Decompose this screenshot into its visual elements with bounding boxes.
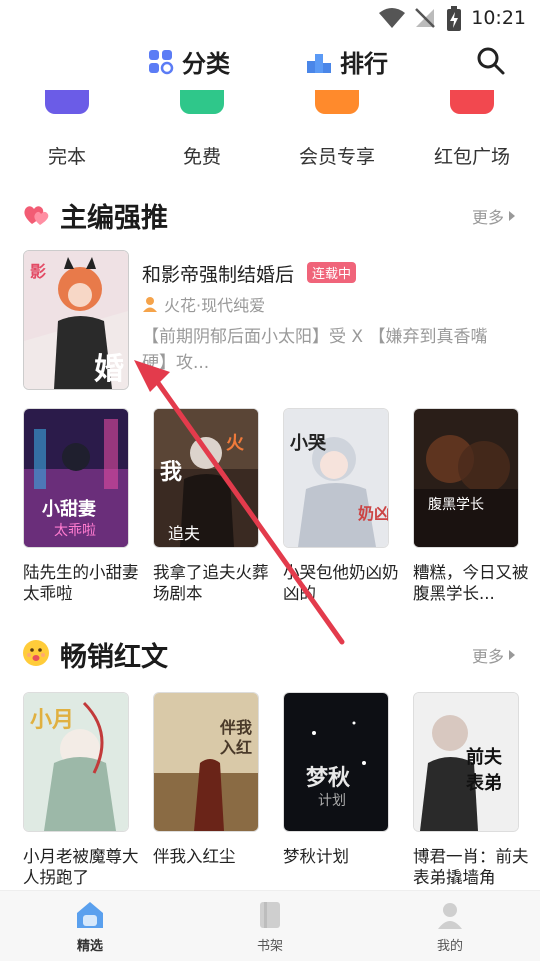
quick-link-label: 免费: [182, 146, 221, 168]
category-label: 分类: [182, 50, 230, 78]
home-icon: [77, 902, 103, 928]
svg-text:小甜妻: 小甜妻: [42, 498, 96, 520]
quick-link-red-packet[interactable]: 红包广场: [417, 90, 527, 169]
svg-text:计划: 计划: [318, 793, 346, 809]
book-cover[interactable]: 小哭 奶凶: [283, 408, 389, 548]
book-title: 我拿了追夫火葬场剧本: [153, 563, 269, 603]
book-card[interactable]: 小月 小月老被魔尊大人拐跑了: [23, 692, 139, 888]
vip-icon: [315, 90, 359, 114]
book-card[interactable]: 伴我 入红 伴我入红尘: [153, 692, 259, 867]
free-icon: [180, 90, 224, 114]
book-cover[interactable]: 小甜妻 太乖啦: [23, 408, 129, 548]
svg-text:追夫: 追夫: [168, 524, 200, 543]
book-card[interactable]: 腹黑学长 糟糕，今日又被腹黑学长...: [413, 408, 529, 604]
nav-profile[interactable]: 我的: [405, 899, 495, 954]
bottom-nav: 精选 书架 我的: [0, 890, 540, 961]
nav-label: 精选: [76, 939, 103, 954]
book-icon: [260, 902, 280, 928]
author-label: 火花·现代纯爱: [164, 296, 266, 315]
podium-icon: [307, 53, 331, 73]
no-signal-icon: [415, 8, 435, 28]
book-cover[interactable]: 影 婚: [23, 250, 129, 390]
top-header: 分类 排行: [0, 36, 540, 90]
quick-link-finished[interactable]: 完本: [12, 90, 122, 169]
book-cover[interactable]: 前夫 表弟: [413, 692, 519, 832]
book-title: 梦秋计划: [283, 847, 349, 866]
ranking-label: 排行: [340, 50, 388, 78]
profile-icon: [438, 903, 462, 929]
nav-featured[interactable]: 精选: [45, 899, 135, 954]
wifi-icon: [379, 8, 405, 28]
status-bar: 10:21: [0, 0, 540, 36]
chevron-right-icon: [509, 650, 515, 660]
book-title: 伴我入红尘: [153, 847, 236, 866]
category-grid-icon: [149, 49, 174, 74]
ranking-button[interactable]: 排行: [306, 44, 388, 79]
svg-text:小哭: 小哭: [290, 433, 327, 454]
book-title: 糟糕，今日又被腹黑学长...: [413, 563, 529, 603]
quick-link-label: 完本: [47, 146, 86, 168]
red-packet-icon: [450, 90, 494, 114]
book-cover[interactable]: 腹黑学长: [413, 408, 519, 548]
nav-label: 书架: [256, 939, 283, 954]
book-title: 陆先生的小甜妻太乖啦: [23, 563, 139, 603]
book-card[interactable]: 前夫 表弟 博君一肖：前夫表弟撬墙角: [413, 692, 529, 888]
svg-text:奶凶: 奶凶: [358, 504, 388, 523]
more-link[interactable]: 更多: [472, 643, 516, 667]
svg-text:影: 影: [30, 262, 46, 281]
nav-label: 我的: [436, 939, 463, 954]
battery-charging-icon: [447, 6, 461, 31]
hearts-icon: [24, 206, 49, 225]
section-editor-header: 主编强推 更多: [0, 194, 540, 234]
svg-text:腹黑学长: 腹黑学长: [428, 496, 484, 513]
quick-links-row: 完本 免费 会员专享 红包广场: [0, 90, 540, 180]
nav-bookshelf[interactable]: 书架: [225, 899, 315, 954]
svg-text:前夫: 前夫: [466, 746, 503, 768]
author-icon: [143, 297, 157, 312]
featured-book[interactable]: 影 婚 和影帝强制结婚后 连载中 火花·现代纯爱 【前期阴郁后面小太阳】受 X …: [0, 250, 540, 390]
book-card[interactable]: 小甜妻 太乖啦 陆先生的小甜妻太乖啦: [23, 408, 139, 604]
quick-link-vip[interactable]: 会员专享: [282, 90, 392, 169]
status-time: 10:21: [471, 7, 526, 29]
svg-text:梦秋: 梦秋: [306, 765, 351, 791]
book-title: 博君一肖：前夫表弟撬墙角: [413, 847, 529, 887]
section-bestseller-header: 畅销红文 更多: [0, 633, 540, 673]
status-badge: 连载中: [307, 262, 357, 283]
book-title: 小月老被魔尊大人拐跑了: [23, 847, 139, 887]
book-cover[interactable]: 伴我 入红: [153, 692, 259, 832]
more-label: 更多: [471, 647, 504, 666]
book-card[interactable]: 梦秋 计划 梦秋计划: [283, 692, 389, 867]
featured-description: 【前期阴郁后面小太阳】受 X 【嫌弃到真香嘴硬】攻...: [142, 327, 488, 373]
search-icon[interactable]: [476, 46, 506, 76]
quick-link-label: 红包广场: [433, 146, 510, 168]
category-button[interactable]: 分类: [148, 44, 230, 79]
book-cover[interactable]: 梦秋 计划: [283, 692, 389, 832]
quick-link-free[interactable]: 免费: [147, 90, 257, 169]
svg-text:太乖啦: 太乖啦: [54, 522, 96, 539]
book-card[interactable]: 火 我 追夫 我拿了追夫火葬场剧本: [153, 408, 269, 604]
book-cover[interactable]: 小月: [23, 692, 129, 832]
book-cover[interactable]: 火 我 追夫: [153, 408, 259, 548]
section-title: 畅销红文: [60, 642, 168, 673]
book-title: 小哭包他奶凶奶凶的: [283, 563, 399, 603]
more-link[interactable]: 更多: [472, 204, 516, 228]
featured-author: 火花·现代纯爱: [142, 292, 265, 316]
more-label: 更多: [471, 208, 504, 227]
smiley-icon: [23, 640, 49, 666]
svg-text:伴我: 伴我: [219, 718, 252, 737]
chevron-right-icon: [509, 211, 515, 221]
svg-text:小月: 小月: [30, 708, 74, 733]
svg-text:我: 我: [160, 460, 182, 485]
book-card[interactable]: 小哭 奶凶 小哭包他奶凶奶凶的: [283, 408, 399, 604]
svg-text:入红: 入红: [220, 738, 252, 757]
featured-title: 和影帝强制结婚后: [142, 264, 295, 286]
svg-text:表弟: 表弟: [466, 772, 502, 794]
quick-link-label: 会员专享: [298, 146, 375, 168]
svg-text:火: 火: [226, 433, 245, 454]
svg-text:婚: 婚: [94, 352, 124, 387]
finished-icon: [45, 90, 89, 114]
section-title: 主编强推: [60, 203, 168, 234]
